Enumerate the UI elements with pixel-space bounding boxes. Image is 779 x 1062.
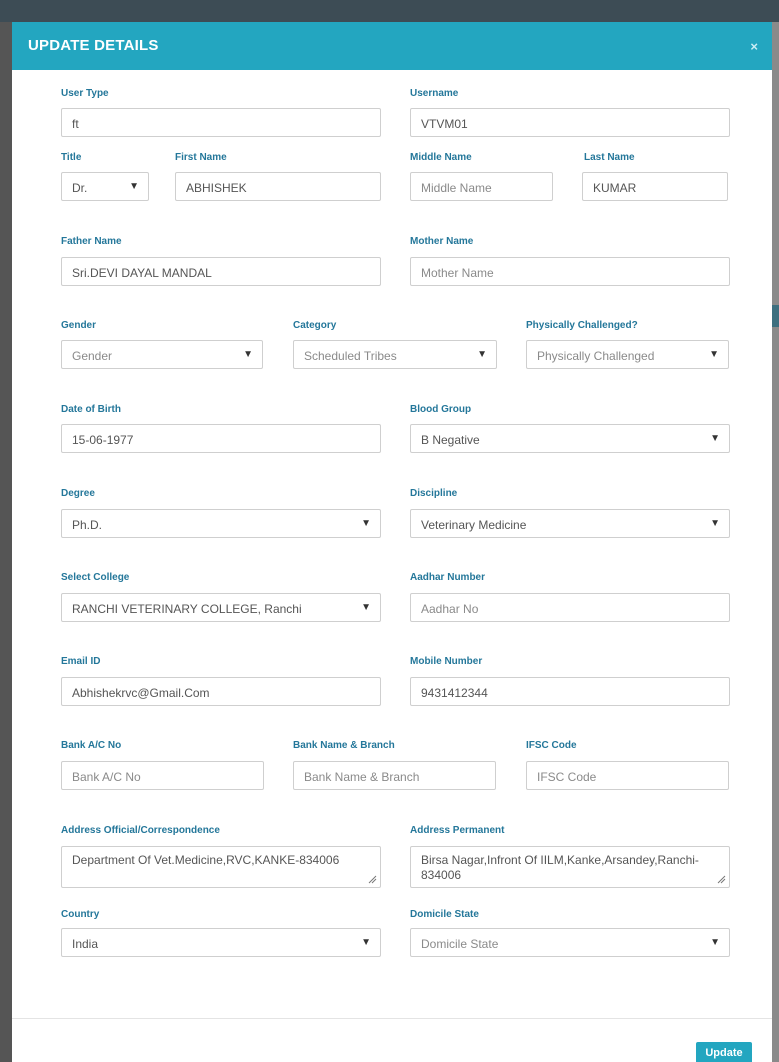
aadhar-label: Aadhar Number: [410, 572, 486, 583]
middle-name-label: Middle Name: [410, 152, 472, 163]
dob-label: Date of Birth: [61, 404, 121, 415]
degree-label: Degree: [61, 488, 95, 499]
first-name-label: First Name: [175, 152, 227, 163]
update-details-modal: UPDATE DETAILS × User Type ft Username V…: [12, 22, 772, 1062]
blood-group-select[interactable]: B Negative: [410, 424, 730, 453]
college-label: Select College: [61, 572, 130, 583]
close-icon[interactable]: ×: [750, 39, 758, 54]
address-permanent-label: Address Permanent: [410, 825, 505, 836]
username-input[interactable]: VTVM01: [410, 108, 730, 137]
title-label: Title: [61, 152, 82, 163]
email-input[interactable]: Abhishekrvc@Gmail.Com: [61, 677, 381, 706]
aadhar-input[interactable]: Aadhar No: [410, 593, 730, 622]
modal-footer-divider: [12, 1018, 772, 1019]
address-official-text: Department Of Vet.Medicine,RVC,KANKE-834…: [72, 853, 340, 867]
page-backdrop-accent: [772, 305, 779, 327]
gender-select[interactable]: Gender: [61, 340, 263, 369]
father-name-label: Father Name: [61, 236, 122, 247]
mother-name-label: Mother Name: [410, 236, 474, 247]
user-type-label: User Type: [61, 88, 109, 99]
bank-name-label: Bank Name & Branch: [293, 740, 395, 751]
page-backdrop-right: [772, 22, 779, 1062]
mother-name-input[interactable]: Mother Name: [410, 257, 730, 286]
middle-name-input[interactable]: Middle Name: [410, 172, 553, 201]
discipline-label: Discipline: [410, 488, 458, 499]
resize-grip-icon[interactable]: [716, 874, 726, 884]
modal-header: UPDATE DETAILS ×: [12, 22, 772, 70]
category-label: Category: [293, 320, 337, 331]
dob-input[interactable]: 15-06-1977: [61, 424, 381, 453]
address-permanent-text: Birsa Nagar,Infront Of IILM,Kanke,Arsand…: [421, 853, 699, 882]
discipline-select[interactable]: Veterinary Medicine: [410, 509, 730, 538]
last-name-label: Last Name: [584, 152, 635, 163]
physically-challenged-select[interactable]: Physically Challenged: [526, 340, 729, 369]
address-official-label: Address Official/Correspondence: [61, 825, 220, 836]
user-type-input[interactable]: ft: [61, 108, 381, 137]
bank-ac-input[interactable]: Bank A/C No: [61, 761, 264, 790]
degree-select[interactable]: Ph.D.: [61, 509, 381, 538]
address-permanent-textarea[interactable]: Birsa Nagar,Infront Of IILM,Kanke,Arsand…: [410, 846, 730, 888]
bank-name-input[interactable]: Bank Name & Branch: [293, 761, 496, 790]
domicile-state-label: Domicile State: [410, 909, 479, 920]
country-select[interactable]: India: [61, 928, 381, 957]
father-name-input[interactable]: Sri.DEVI DAYAL MANDAL: [61, 257, 381, 286]
gender-label: Gender: [61, 320, 97, 331]
category-select[interactable]: Scheduled Tribes: [293, 340, 497, 369]
mobile-input[interactable]: 9431412344: [410, 677, 730, 706]
first-name-input[interactable]: ABHISHEK: [175, 172, 381, 201]
page-backdrop-left: [0, 22, 12, 1062]
resize-grip-icon[interactable]: [367, 874, 377, 884]
update-button[interactable]: Update: [696, 1042, 752, 1062]
email-label: Email ID: [61, 656, 101, 667]
username-label: Username: [410, 88, 459, 99]
modal-title: UPDATE DETAILS: [28, 37, 159, 54]
ifsc-label: IFSC Code: [526, 740, 577, 751]
mobile-label: Mobile Number: [410, 656, 483, 667]
country-label: Country: [61, 909, 100, 920]
bank-ac-label: Bank A/C No: [61, 740, 122, 751]
last-name-input[interactable]: KUMAR: [582, 172, 728, 201]
domicile-state-select[interactable]: Domicile State: [410, 928, 730, 957]
blood-group-label: Blood Group: [410, 404, 472, 415]
title-select[interactable]: Dr.: [61, 172, 149, 201]
physically-challenged-label: Physically Challenged?: [526, 320, 638, 331]
college-select[interactable]: RANCHI VETERINARY COLLEGE, Ranchi: [61, 593, 381, 622]
ifsc-input[interactable]: IFSC Code: [526, 761, 729, 790]
page-backdrop-header: [0, 0, 779, 22]
address-official-textarea[interactable]: Department Of Vet.Medicine,RVC,KANKE-834…: [61, 846, 381, 888]
